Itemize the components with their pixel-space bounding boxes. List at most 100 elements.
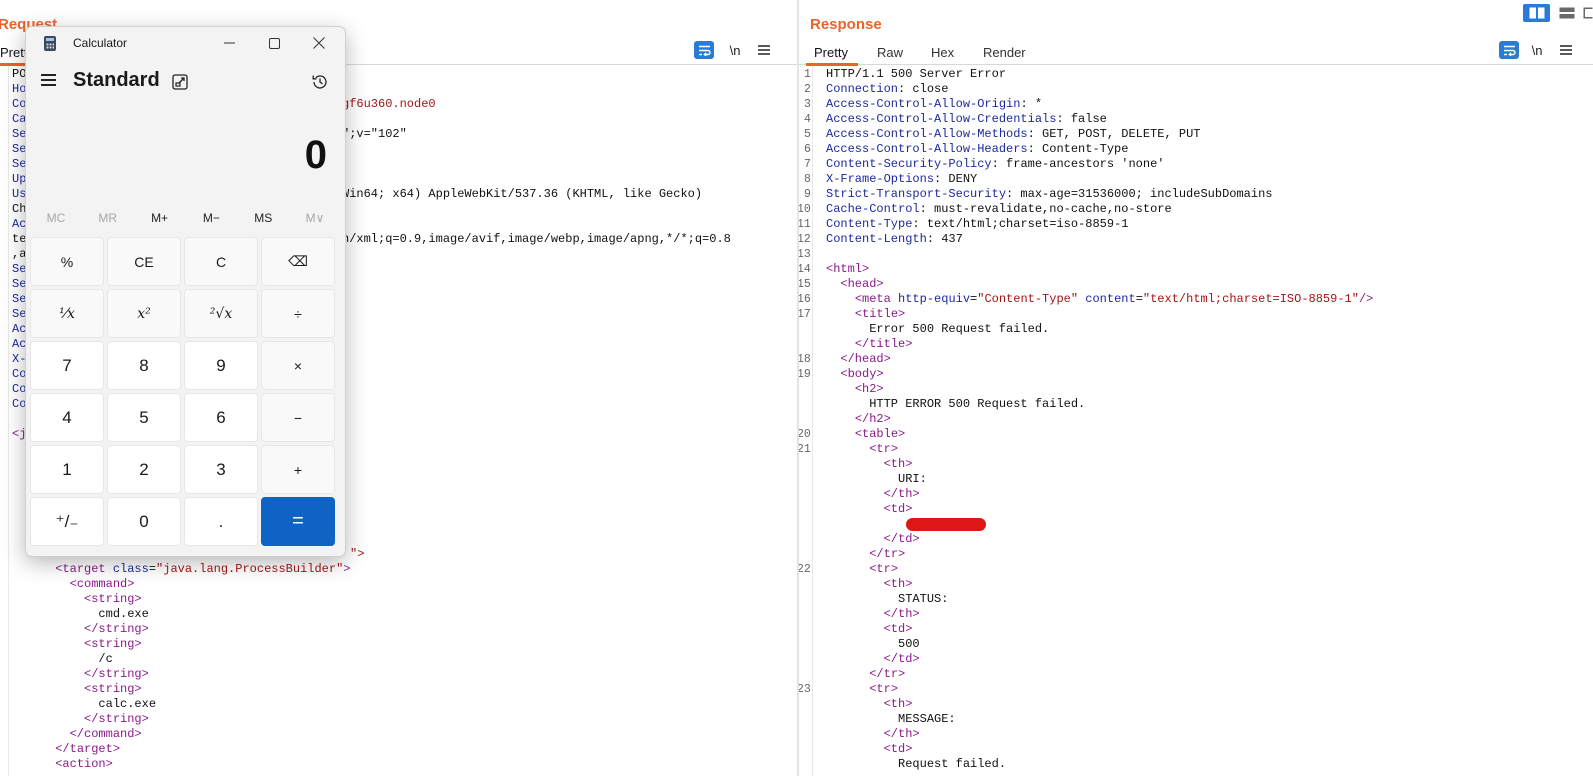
newline-toggle[interactable]: \n <box>1527 41 1547 59</box>
code-token: ";v="102" <box>342 127 407 141</box>
digit-2-key[interactable]: 2 <box>107 445 181 494</box>
code-line: <title> <box>826 307 905 322</box>
tab-request-pretty[interactable]: Prett <box>0 45 39 66</box>
maximize-icon[interactable] <box>251 29 297 57</box>
wrap-lines-icon[interactable] <box>694 41 714 59</box>
newline-toggle[interactable]: \n <box>725 41 745 59</box>
memory-clear-button[interactable]: MC <box>30 207 82 229</box>
line-number: 5 <box>804 128 811 141</box>
hamburger-menu-icon[interactable] <box>40 73 58 87</box>
code-token: Content-Length <box>826 232 927 246</box>
history-icon[interactable] <box>311 73 329 91</box>
square-key[interactable]: x² <box>107 289 181 338</box>
code-token: </target> <box>55 742 121 756</box>
code-line: Request failed. <box>826 757 1006 772</box>
code-line: </string> <box>12 712 149 727</box>
code-line: URI: <box>826 472 927 487</box>
memory-recall-button[interactable]: MR <box>82 207 134 229</box>
line-number: 17 <box>799 308 811 321</box>
clear-key[interactable]: C <box>184 237 258 286</box>
split-horizontal-view-icon[interactable] <box>1523 4 1550 22</box>
subtract-key[interactable]: − <box>261 393 335 442</box>
digit-7-key[interactable]: 7 <box>30 341 104 390</box>
code-token: : frame-ancestors 'none' <box>991 157 1165 171</box>
line-number: 2 <box>804 83 811 96</box>
code-line: </string> <box>12 622 149 637</box>
equals-key[interactable]: = <box>261 497 335 546</box>
line-number: 8 <box>804 173 811 186</box>
line-number: 12 <box>799 233 811 246</box>
code-line: calc.exe <box>12 697 156 712</box>
tab-response-hex[interactable]: Hex <box>931 45 954 60</box>
menu-icon[interactable] <box>754 41 774 59</box>
minimize-icon[interactable] <box>206 29 252 57</box>
memory-subtract-button[interactable]: M− <box>185 207 237 229</box>
code-line: MESSAGE: <box>826 712 956 727</box>
menu-icon[interactable] <box>1556 41 1576 59</box>
memory-list-button[interactable]: M∨ <box>289 207 341 229</box>
response-editor[interactable]: 1 HTTP/1.1 500 Server Error 2 Connection: c… <box>799 66 1593 776</box>
code-line: <html> <box>826 262 869 277</box>
calculator-titlebar[interactable]: Calculator <box>26 27 345 59</box>
code-line: Connection: close <box>826 82 948 97</box>
line-number: 1 <box>804 68 811 81</box>
code-token: "> <box>350 547 365 561</box>
code-token: <action> <box>55 757 113 771</box>
code-line: Access-Control-Allow-Origin: * <box>826 97 1042 112</box>
code-token: </th> <box>883 487 920 501</box>
memory-store-button[interactable]: MS <box>237 207 289 229</box>
code-line: <target class="java.lang.ProcessBuilder"… <box>12 562 350 577</box>
code-token: = <box>148 562 157 576</box>
tab-response-render[interactable]: Render <box>983 45 1026 60</box>
wrap-lines-icon[interactable] <box>1499 41 1519 59</box>
clear-entry-key[interactable]: CE <box>107 237 181 286</box>
tabbed-view-icon[interactable] <box>1583 4 1593 22</box>
code-line: </tr> <box>826 667 905 682</box>
multiply-key[interactable]: × <box>261 341 335 390</box>
square-root-key[interactable]: ²√x <box>184 289 258 338</box>
code-token: content <box>1085 292 1136 306</box>
code-line: <tr> <box>826 562 898 577</box>
code-line: <td> <box>826 622 913 637</box>
response-title: Response <box>810 16 882 33</box>
code-token: calc.exe <box>12 697 157 711</box>
digit-9-key[interactable]: 9 <box>184 341 258 390</box>
memory-add-button[interactable]: M+ <box>134 207 186 229</box>
digit-0-key[interactable]: 0 <box>107 497 181 546</box>
code-token: cmd.exe <box>12 607 149 621</box>
negate-key[interactable]: ⁺/₋ <box>30 497 104 546</box>
digit-3-key[interactable]: 3 <box>184 445 258 494</box>
close-icon[interactable] <box>296 29 342 57</box>
digit-4-key[interactable]: 4 <box>30 393 104 442</box>
code-token: 500 <box>826 637 920 651</box>
line-number: 15 <box>799 278 811 291</box>
digit-6-key[interactable]: 6 <box>184 393 258 442</box>
code-token: <td> <box>883 502 913 516</box>
code-token: /> <box>1358 292 1374 306</box>
digit-5-key[interactable]: 5 <box>107 393 181 442</box>
code-token: <th> <box>883 457 913 471</box>
split-vertical-view-icon[interactable] <box>1553 4 1580 22</box>
divide-key[interactable]: ÷ <box>261 289 335 338</box>
percent-key[interactable]: % <box>30 237 104 286</box>
reciprocal-key[interactable]: ⅟x <box>30 289 104 338</box>
keep-on-top-icon[interactable] <box>172 74 188 90</box>
tab-response-pretty[interactable]: Pretty <box>806 45 858 66</box>
backspace-key[interactable]: ⌫ <box>261 237 335 286</box>
decimal-key[interactable]: . <box>184 497 258 546</box>
code-line-tail: "> <box>350 547 364 562</box>
code-token: HTTP/1.1 500 Server Error <box>826 67 1007 81</box>
code-line: Cache-Control: must-revalidate,no-cache,… <box>826 202 1172 217</box>
code-line: </td> <box>826 532 920 547</box>
digit-8-key[interactable]: 8 <box>107 341 181 390</box>
digit-1-key[interactable]: 1 <box>30 445 104 494</box>
tab-response-raw[interactable]: Raw <box>877 45 903 60</box>
add-key[interactable]: + <box>261 445 335 494</box>
calculator-window[interactable]: Calculator Standard 0 MC MR M+ M− MS M∨ % CE C ⌫… <box>25 26 346 557</box>
code-line: <body> <box>826 367 883 382</box>
